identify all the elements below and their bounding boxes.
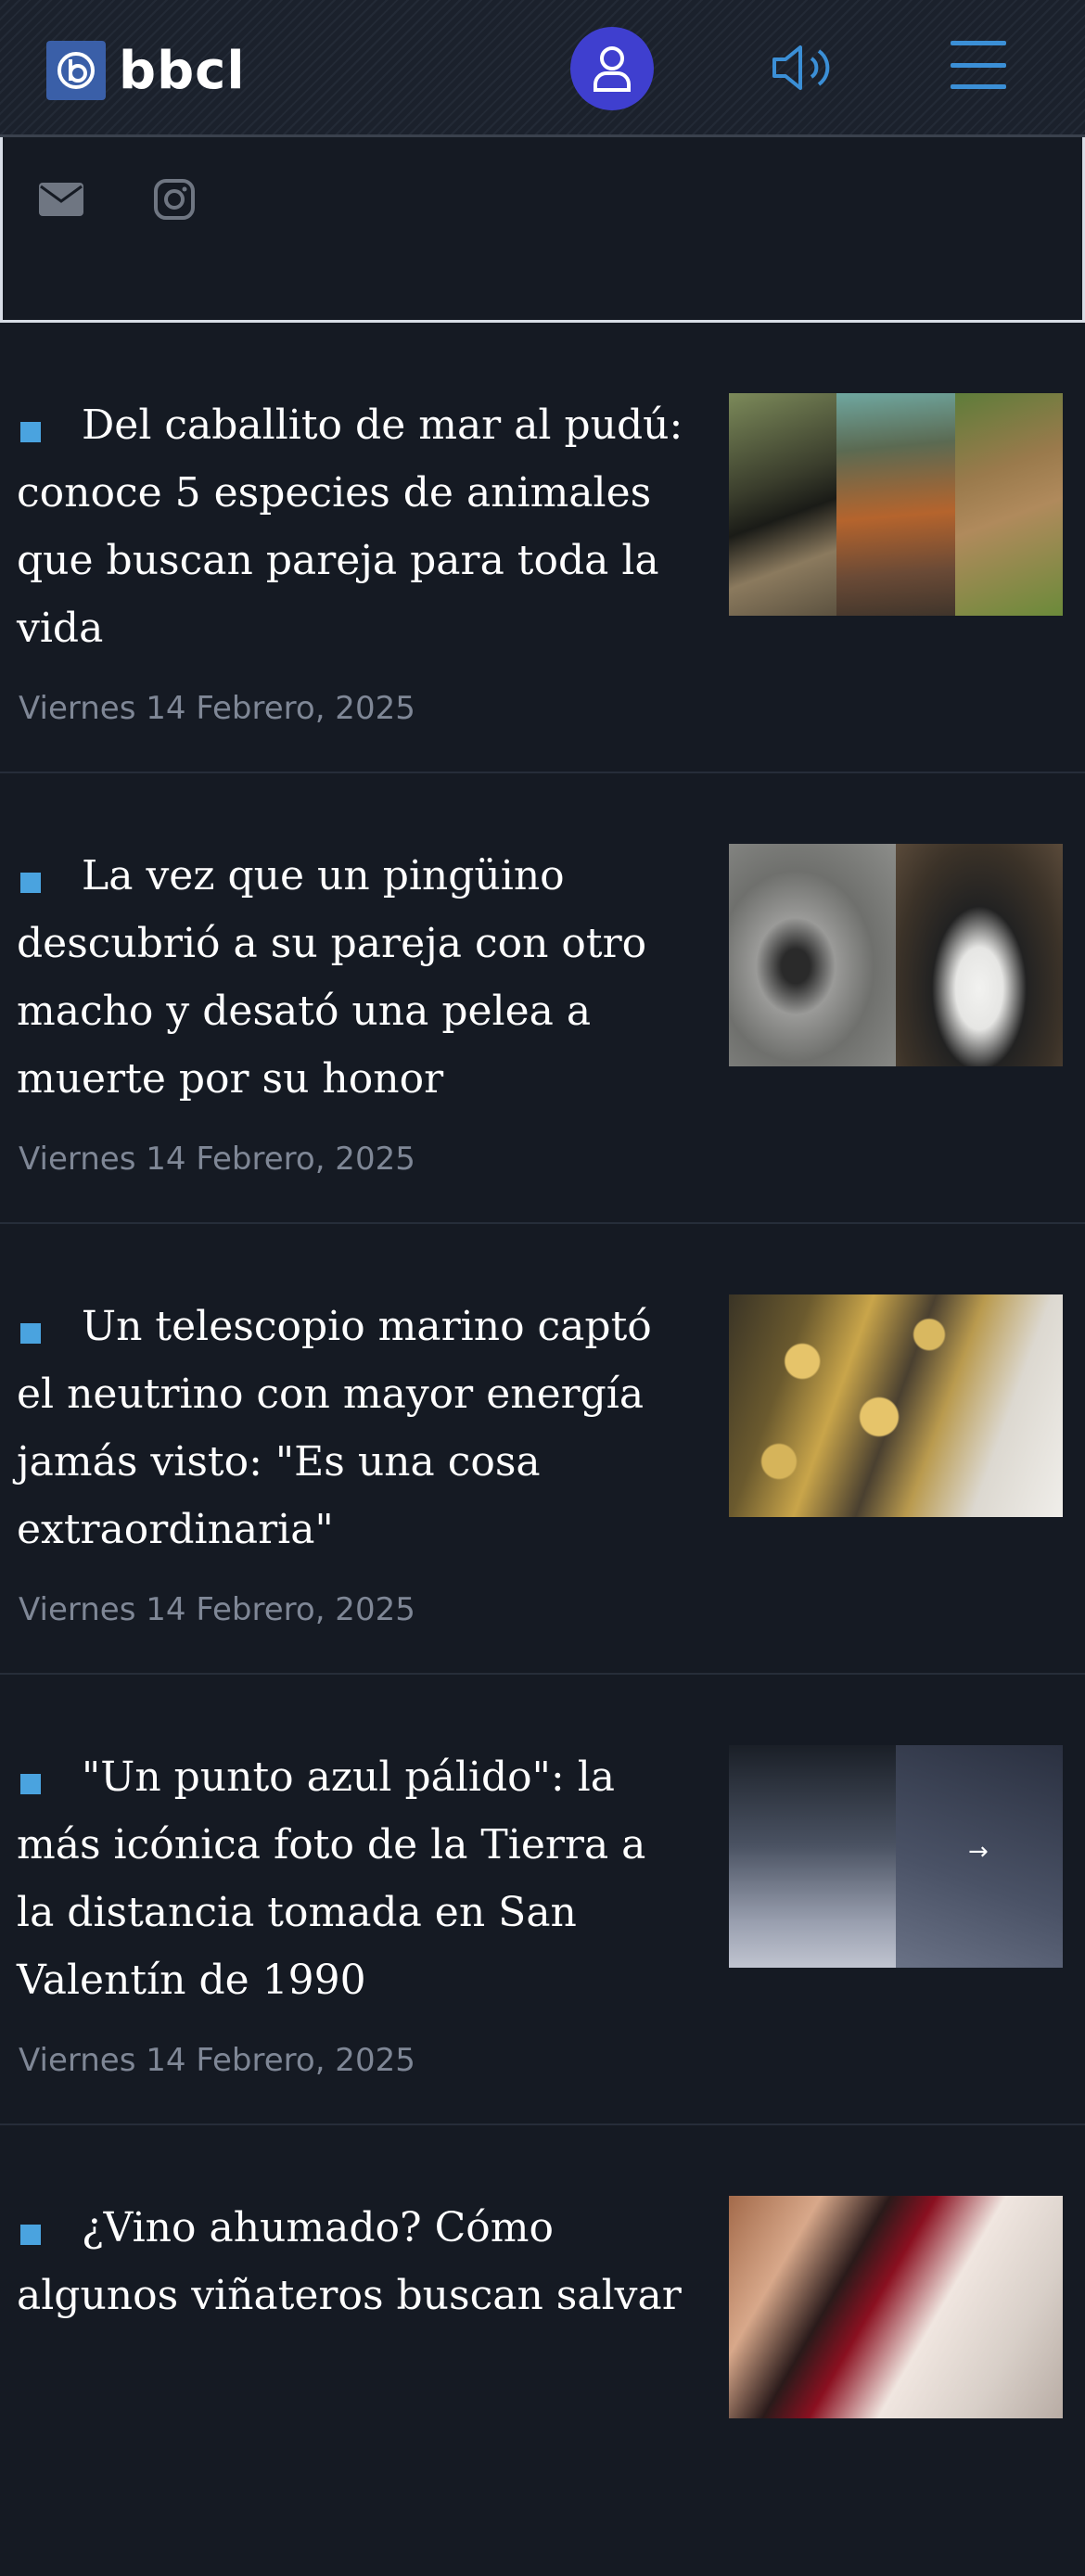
site-logo[interactable]: bbcl — [46, 39, 246, 102]
menu-line — [951, 62, 1006, 68]
pudu-image — [955, 393, 1063, 616]
article-item[interactable]: La vez que un pingüino descubrió a su pa… — [0, 773, 1085, 1224]
logo-text: bbcl — [119, 40, 246, 101]
bbcl-logo-icon — [46, 41, 106, 100]
gibbon-image — [729, 393, 836, 616]
pale-blue-dot-image-left — [729, 1745, 896, 1968]
seahorse-image — [836, 393, 955, 616]
penguin-image-left — [729, 844, 896, 1066]
article-item[interactable]: Del caballito de mar al pudú: conoce 5 e… — [0, 323, 1085, 773]
article-date: Viernes 14 Febrero, 2025 — [19, 1591, 415, 1628]
top-header: bbcl — [0, 0, 1085, 137]
article-title[interactable]: ¿Vino ahumado? Cómo algunos viñateros bu… — [17, 2194, 684, 2329]
audio-button[interactable] — [770, 43, 838, 93]
social-links-panel — [0, 137, 1085, 323]
penguin-image-right — [896, 844, 1063, 1066]
arrow-icon: → — [968, 1838, 989, 1866]
article-date: Viernes 14 Febrero, 2025 — [19, 1141, 415, 1178]
article-thumbnail[interactable] — [729, 393, 1063, 616]
hamburger-menu-icon[interactable] — [951, 41, 1006, 89]
pale-blue-dot-image-right: → — [896, 1745, 1063, 1968]
wine-pouring-image — [729, 2196, 1063, 2418]
article-date: Viernes 14 Febrero, 2025 — [19, 2042, 415, 2079]
article-thumbnail[interactable] — [729, 1294, 1063, 1517]
article-thumbnail[interactable]: → — [729, 1745, 1063, 1968]
article-item[interactable]: Un telescopio marino captó el neutrino c… — [0, 1224, 1085, 1675]
instagram-icon[interactable] — [149, 176, 199, 223]
speaker-icon — [772, 45, 830, 90]
article-title[interactable]: "Un punto azul pálido": la más icónica f… — [17, 1743, 684, 2014]
mail-icon[interactable] — [36, 176, 86, 223]
telescope-sensors-image — [729, 1294, 1063, 1517]
article-title[interactable]: Un telescopio marino captó el neutrino c… — [17, 1293, 684, 1563]
article-title[interactable]: Del caballito de mar al pudú: conoce 5 e… — [17, 391, 684, 662]
article-thumbnail[interactable] — [729, 844, 1063, 1066]
article-item[interactable]: "Un punto azul pálido": la más icónica f… — [0, 1675, 1085, 2125]
menu-line — [951, 41, 1006, 45]
article-thumbnail[interactable] — [729, 2196, 1063, 2418]
article-item[interactable]: ¿Vino ahumado? Cómo algunos viñateros bu… — [0, 2125, 1085, 2576]
article-title[interactable]: La vez que un pingüino descubrió a su pa… — [17, 842, 684, 1113]
article-date: Viernes 14 Febrero, 2025 — [19, 690, 415, 727]
user-icon — [594, 46, 631, 92]
menu-line — [951, 84, 1006, 89]
user-account-button[interactable] — [570, 27, 654, 110]
